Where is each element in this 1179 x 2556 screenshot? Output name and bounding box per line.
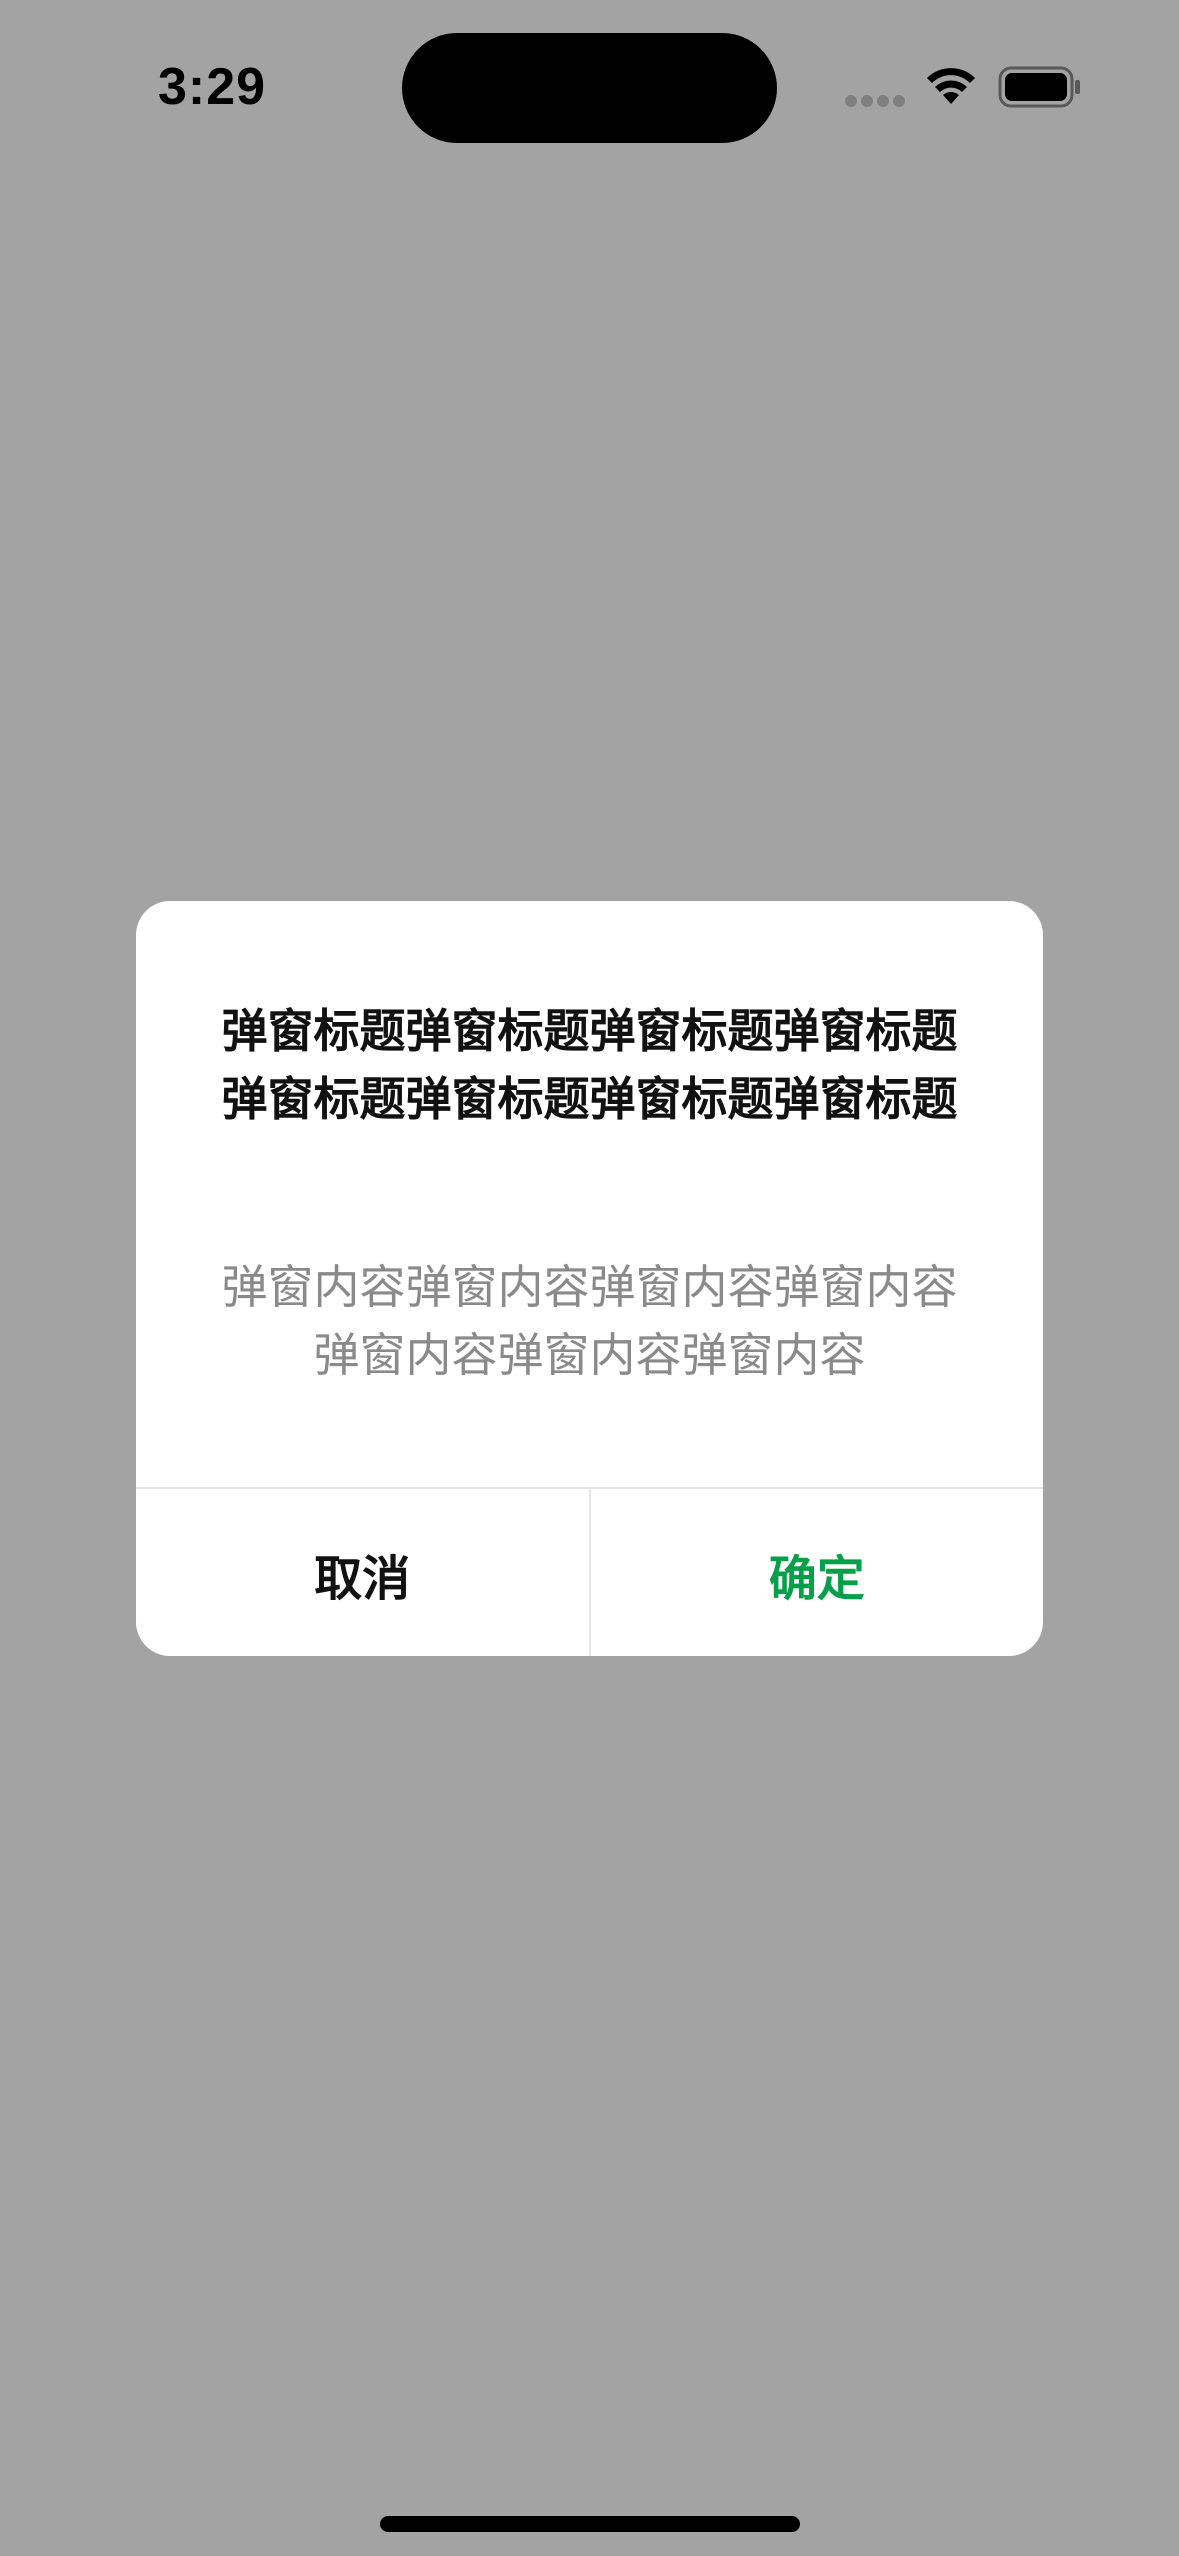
- signal-dots-icon: [845, 95, 905, 107]
- dynamic-island: [402, 33, 777, 143]
- dialog-title: 弹窗标题弹窗标题弹窗标题弹窗标题弹窗标题弹窗标题弹窗标题弹窗标题: [221, 1004, 958, 1126]
- status-time: 3:29: [158, 58, 267, 116]
- confirm-button[interactable]: 确定: [591, 1489, 1044, 1656]
- battery-icon: [998, 66, 1080, 108]
- wifi-icon: [927, 68, 975, 104]
- dialog-content: 弹窗内容弹窗内容弹窗内容弹窗内容弹窗内容弹窗内容弹窗内容: [221, 1260, 958, 1382]
- dialog-actions: 取消 确定: [136, 1487, 1043, 1656]
- home-indicator[interactable]: [380, 2516, 800, 2532]
- cancel-button[interactable]: 取消: [136, 1489, 591, 1656]
- alert-dialog: 弹窗标题弹窗标题弹窗标题弹窗标题弹窗标题弹窗标题弹窗标题弹窗标题 弹窗内容弹窗内…: [136, 901, 1043, 1656]
